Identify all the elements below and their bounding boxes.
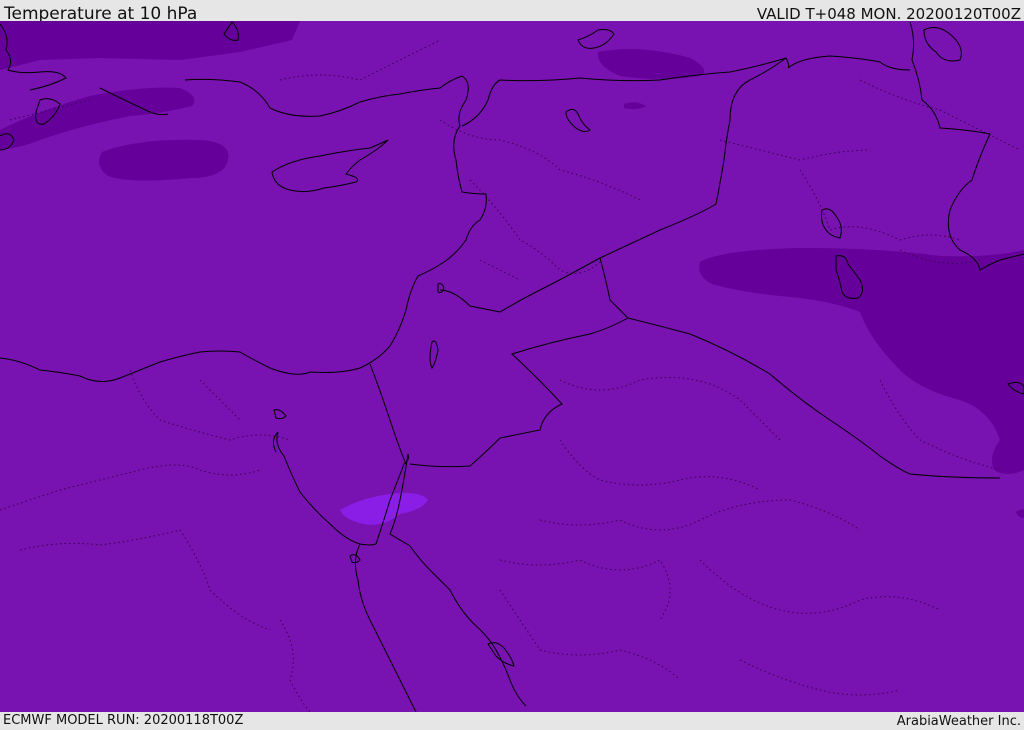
map-canvas[interactable]: [0, 21, 1024, 712]
credit-text: ArabiaWeather Inc.: [896, 714, 1021, 729]
model-run: ECMWF MODEL RUN: 20200118T00Z: [3, 713, 244, 728]
footer-bar: ECMWF MODEL RUN: 20200118T00Z ArabiaWeat…: [0, 712, 1024, 729]
temperature-field: [0, 21, 1024, 712]
header-bar: Temperature at 10 hPa VALID T+048 MON. 2…: [0, 0, 1024, 24]
